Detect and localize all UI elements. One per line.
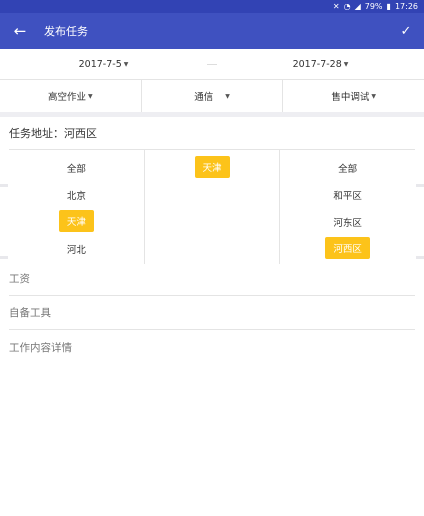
picker-edge-mark (416, 184, 424, 187)
confirm-button[interactable]: ✓ (388, 13, 424, 49)
district-option-selected[interactable]: 河西区 (325, 237, 370, 259)
work-detail-placeholder: 工作内容详情 (9, 341, 72, 354)
task-stage-value: 售中调试 (331, 92, 370, 103)
clock: 17:26 (394, 2, 418, 11)
battery-icon: ▮ (386, 2, 391, 11)
province-option-selected[interactable]: 天津 (58, 210, 94, 232)
district-column[interactable]: 全部 和平区 河东区 河西区 (280, 150, 415, 264)
signal-icon: ◢ (354, 2, 361, 11)
district-option[interactable]: 全部 (338, 154, 357, 181)
end-date-picker[interactable]: 2017-7-28 ▼ (217, 59, 424, 70)
province-column[interactable]: 全部 北京 天津 河北 (9, 150, 144, 264)
arrow-left-icon: ← (13, 22, 27, 40)
tools-input[interactable]: 自备工具 (9, 296, 415, 330)
province-option[interactable]: 北京 (67, 181, 86, 208)
task-address[interactable]: 任务地址： 河西区 (9, 117, 415, 150)
filter-row: 高空作业 ▼ 通信 ▼ 售中调试 ▼ (0, 80, 424, 112)
region-picker: 全部 北京 天津 河北 天津 全部 和平区 河东区 河西区 (9, 150, 415, 264)
dropdown-caret-icon: ▼ (343, 60, 349, 68)
salary-placeholder: 工资 (9, 273, 30, 285)
task-address-label: 任务地址： (9, 127, 64, 140)
task-address-value: 河西区 (64, 127, 97, 140)
mute-icon: ✕ (332, 2, 340, 11)
date-range: 2017-7-5 ▼ 2017-7-28 ▼ (0, 49, 424, 80)
city-column[interactable]: 天津 (143, 150, 281, 264)
work-type-dropdown[interactable]: 高空作业 ▼ (0, 80, 142, 112)
dropdown-caret-icon: ▼ (371, 92, 376, 100)
battery-percent: 79% (364, 2, 383, 11)
end-date-value: 2017-7-28 (292, 58, 342, 70)
check-icon: ✓ (400, 23, 412, 39)
dropdown-caret-icon: ▼ (88, 92, 93, 100)
date-separator (207, 63, 217, 65)
back-button[interactable]: ← (0, 13, 40, 49)
picker-edge-mark (0, 256, 8, 259)
picker-edge-mark (0, 184, 8, 187)
district-option[interactable]: 和平区 (333, 181, 362, 208)
app-bar: ← 发布任务 ✓ (0, 13, 424, 49)
dropdown-caret-icon: ▼ (123, 60, 129, 68)
page-title: 发布任务 (44, 25, 88, 38)
start-date-value: 2017-7-5 (78, 58, 122, 70)
work-type-value: 高空作业 (48, 92, 87, 103)
start-date-picker[interactable]: 2017-7-5 ▼ (0, 59, 207, 70)
province-option[interactable]: 河北 (67, 235, 86, 262)
wifi-icon: ◔ (343, 2, 351, 11)
district-option[interactable]: 河东区 (333, 208, 362, 235)
industry-value: 通信 (194, 92, 214, 103)
salary-input[interactable]: 工资 (9, 262, 415, 296)
picker-edge-mark (416, 256, 424, 259)
tools-placeholder: 自备工具 (9, 307, 51, 319)
province-option[interactable]: 全部 (67, 154, 86, 181)
city-option-selected[interactable]: 天津 (194, 156, 230, 178)
work-detail-input[interactable]: 工作内容详情 (9, 330, 415, 364)
industry-dropdown[interactable]: 通信 ▼ (142, 80, 284, 112)
task-stage-dropdown[interactable]: 售中调试 ▼ (283, 80, 424, 112)
dropdown-caret-icon: ▼ (225, 92, 230, 100)
status-bar: ✕ ◔ ◢ 79% ▮ 17:26 (0, 0, 424, 13)
